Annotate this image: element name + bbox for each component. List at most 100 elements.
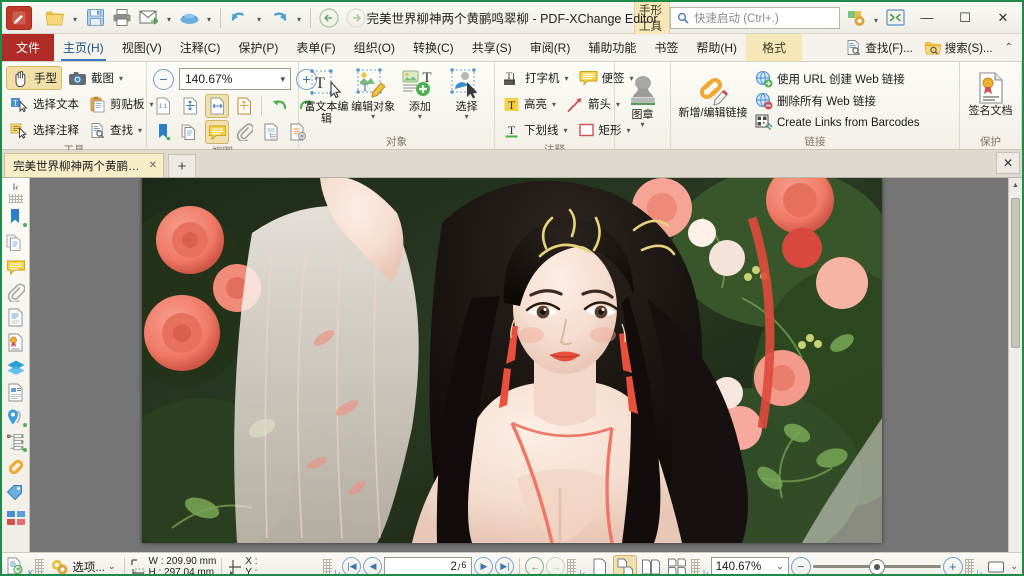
minimize-button[interactable]: — [908,2,946,34]
find-button[interactable]: 查找(F)... [841,39,916,56]
stamp-button[interactable]: 图章 ▾ [619,73,666,129]
quick-launch-search[interactable]: 快速启动 (Ctrl+.) [670,6,840,29]
save-file-button[interactable] [82,5,108,31]
select-object-dropdown[interactable]: ▾ [465,113,469,121]
forward-button[interactable] [343,5,369,31]
last-page-button[interactable]: ▶| [495,557,515,574]
menu-item-bookmarks[interactable]: 书签 [645,34,687,61]
select-text-tool-button[interactable]: T 选择文本 [6,92,83,116]
redo-dropdown[interactable]: ▾ [293,5,305,31]
options-caret[interactable]: ⌄ [108,561,116,572]
create-web-link-button[interactable]: 使用 URL 创建 Web 链接 [751,68,924,90]
nav-content-icon[interactable] [4,380,28,404]
scroll-up-button[interactable]: ▲ [1009,178,1022,192]
close-window-button[interactable]: ✕ [984,2,1022,34]
fullscreen-mode-button[interactable] [984,555,1008,575]
menu-item-file[interactable]: 文件 [2,34,55,61]
remove-web-links-button[interactable]: 删除所有 Web 链接 [751,90,924,112]
menu-item-format[interactable]: 格式 [746,34,803,61]
collapse-ribbon-button[interactable]: ⌃ [1000,42,1018,53]
typewriter-button[interactable]: T 打字机 ▾ [499,66,573,90]
menu-item-form[interactable]: 表单(F) [287,34,344,61]
zoom-out-button[interactable]: − [153,68,174,90]
find-tool-button[interactable]: 查找 ▾ [85,118,146,142]
customize-ui-dropdown[interactable]: ▾ [870,7,882,29]
find-tool-dropdown[interactable]: ▾ [138,126,142,135]
status-zoom-combobox[interactable]: 140.67% ⌄ [710,556,789,574]
nav-links-icon[interactable] [4,455,28,479]
select-comment-tool-button[interactable]: 选择注释 [6,118,83,142]
nav-bookmarks-icon[interactable] [4,205,28,229]
sign-document-button[interactable]: 签名文档 [964,69,1017,117]
new-tab-button[interactable]: + [168,154,196,177]
fit-width-icon[interactable] [205,94,229,118]
pages-panel-icon[interactable] [178,120,202,144]
vertical-scrollbar[interactable]: ▲ [1008,178,1022,552]
collapse-nav-pane-button[interactable]: I‹ [3,180,29,193]
status-grip-1[interactable] [35,558,45,574]
nav-layers-icon[interactable] [4,355,28,379]
continuous-scroll-layout-button[interactable] [613,554,638,574]
add-object-dropdown[interactable]: ▾ [418,113,422,121]
scan-button[interactable] [176,5,202,31]
status-zoom-out-button[interactable]: − [790,556,811,574]
edit-object-dropdown[interactable]: ▾ [371,113,375,121]
add-object-button[interactable]: T 添加 ▾ [397,65,444,121]
menu-item-organize[interactable]: 组织(O) [345,34,404,61]
edit-object-button[interactable]: T 编辑对象 ▾ [350,65,397,121]
options-button[interactable]: 选项... ⌄ [46,556,119,574]
maximize-button[interactable]: ☐ [946,2,984,34]
email-button[interactable] [136,5,162,31]
highlight-button[interactable]: T 高亮 ▾ [499,92,560,116]
bookmarks-panel-icon[interactable] [151,120,175,144]
menu-item-review[interactable]: 审阅(R) [521,34,580,61]
create-links-from-barcodes-button[interactable]: Create Links from Barcodes [751,112,924,134]
document-view-area[interactable] [30,178,1008,552]
nav-fields-icon[interactable] [4,430,28,454]
attachments-panel-icon[interactable] [232,120,256,144]
menu-item-accessibility[interactable]: 辅助功能 [579,34,645,61]
email-dropdown[interactable]: ▾ [163,5,175,31]
nav-pane-grip[interactable] [8,194,23,203]
status-accessibility-icon[interactable] [4,555,26,574]
nav-comments-icon[interactable] [4,255,28,279]
nav-destinations-icon[interactable] [4,405,28,429]
menu-item-share[interactable]: 共享(S) [463,34,521,61]
status-grip-4[interactable] [691,558,701,574]
next-page-button[interactable]: ▶ [474,557,494,574]
undo-dropdown[interactable]: ▾ [253,5,265,31]
nav-compare-icon[interactable] [4,505,28,529]
two-page-layout-button[interactable] [639,555,663,574]
document-tab[interactable]: 完美世界柳神两个黄鹂鸣翠柳 ✕ [4,153,164,177]
add-edit-link-button[interactable]: 新增/编辑链接 [675,71,751,119]
menu-item-protect[interactable]: 保护(P) [229,34,287,61]
zoom-slider[interactable] [812,558,941,574]
print-button[interactable] [109,5,135,31]
navigate-forward-button[interactable]: → [546,557,566,574]
fit-visible-icon[interactable] [232,94,256,118]
menu-item-convert[interactable]: 转换(C) [404,34,463,61]
scrollbar-thumb[interactable] [1011,198,1020,348]
status-zoom-caret[interactable]: ⌄ [776,561,784,572]
status-grip-5[interactable] [964,558,974,574]
zoom-slider-knob[interactable] [868,558,885,574]
menu-item-help[interactable]: 帮助(H) [687,34,746,61]
status-grip-2[interactable] [322,558,332,574]
highlight-dropdown[interactable]: ▾ [552,100,556,109]
navigate-back-button[interactable]: ← [525,557,545,574]
menu-item-home[interactable]: 主页(H) [54,34,113,61]
rotate-left-icon[interactable] [267,94,291,118]
single-page-layout-button[interactable] [587,555,611,574]
open-file-button[interactable] [42,5,68,31]
nav-attachments-icon[interactable] [4,280,28,304]
nav-thumbnails-icon[interactable] [4,230,28,254]
nav-document-icon[interactable] [4,305,28,329]
underline-button[interactable]: T 下划线 ▾ [499,118,572,142]
hand-tool-button[interactable]: 手型 [6,66,62,90]
first-page-button[interactable]: |◀ [342,557,362,574]
page-number-field[interactable]: 2 / 6 [384,556,473,574]
back-button[interactable] [316,5,342,31]
snapshot-tool-button[interactable]: 截图 ▾ [64,66,127,90]
fullscreen-toggle-button[interactable] [882,5,908,31]
underline-dropdown[interactable]: ▾ [564,126,568,135]
